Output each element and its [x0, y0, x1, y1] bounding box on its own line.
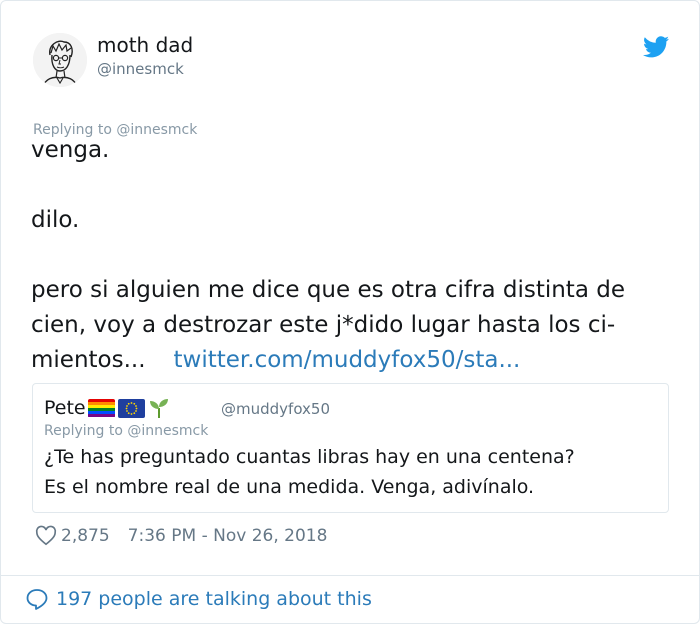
quoted-author-handle[interactable]: @muddyfox50: [221, 400, 330, 418]
author-name[interactable]: moth dad: [97, 33, 193, 57]
rainbow-flag-icon: [87, 398, 115, 418]
tweet-line: dilo.: [31, 207, 80, 233]
tweet-line: mientos... twitter.com/muddyfox50/sta...: [31, 343, 671, 378]
heart-icon[interactable]: [35, 525, 57, 547]
quoted-author-name: Pete: [44, 397, 86, 419]
tweet-text: venga. dilo. pero si alguien me dice que…: [31, 133, 671, 378]
tweet-line: venga.: [31, 137, 110, 163]
tweet-link[interactable]: twitter.com/muddyfox50/sta...: [174, 347, 521, 373]
conversation-link[interactable]: 197 people are talking about this: [25, 587, 372, 611]
quoted-author[interactable]: Pete: [44, 397, 170, 419]
tweet-line: pero si alguien me dice que es otra cifr…: [31, 277, 625, 303]
avatar[interactable]: [33, 33, 87, 87]
quoted-tweet[interactable]: Pete @muddyfox50 Replying to @innesmck ¿…: [32, 383, 669, 513]
quoted-reply-context: Replying to @innesmck: [44, 423, 209, 439]
divider: [1, 575, 700, 576]
tweet-line: cien, voy a destrozar este j*dido lugar …: [31, 312, 616, 338]
conversation-text: 197 people are talking about this: [56, 588, 372, 610]
quoted-tweet-line: ¿Te has preguntado cuantas libras hay en…: [44, 446, 575, 468]
speech-bubble-icon: [26, 589, 48, 610]
tweet-timestamp[interactable]: 7:36 PM - Nov 26, 2018: [128, 526, 328, 546]
eu-flag-icon: [117, 398, 145, 418]
avatar-sketch-icon: [33, 33, 87, 87]
seedling-icon: [149, 399, 168, 418]
quoted-tweet-line: Es el nombre real de una medida. Venga, …: [44, 476, 535, 498]
twitter-bird-icon[interactable]: [643, 36, 669, 58]
quoted-tweet-text: ¿Te has preguntado cuantas libras hay en…: [44, 442, 644, 502]
like-count[interactable]: 2,875: [61, 526, 110, 546]
tweet-line-end: mientos...: [31, 347, 146, 373]
tweet-meta: 2,875 7:36 PM - Nov 26, 2018: [35, 525, 327, 547]
embedded-tweet-card: moth dad @innesmck Replying to @innesmck…: [0, 0, 700, 624]
author-handle[interactable]: @innesmck: [97, 60, 184, 78]
